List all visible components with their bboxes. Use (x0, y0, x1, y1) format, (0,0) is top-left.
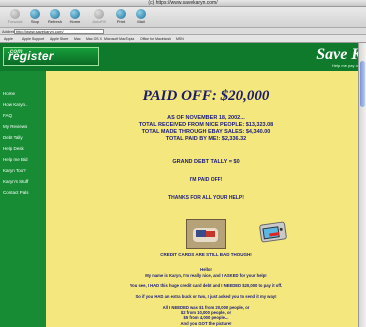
sidebar-item-karyn-too[interactable]: Karyn Too? (3, 168, 45, 174)
web-page: register .com Save K Help me pay off Hom… (0, 43, 366, 327)
site-header: register .com Save K Help me pay off (0, 43, 366, 71)
mail-button[interactable]: Mail (132, 9, 150, 27)
scrollbar-thumb[interactable] (360, 61, 365, 107)
print-button[interactable]: Print (112, 9, 130, 27)
refresh-button[interactable]: Refresh (46, 9, 64, 27)
favorite-apple-store[interactable]: Apple Store (50, 36, 68, 42)
sidebar-item-karyns-stuff[interactable]: Karyn's Stuff (3, 179, 45, 185)
hello-text: Hello! (200, 267, 212, 272)
address-bar: Address http://www.savekaryn.com/ (0, 28, 366, 35)
site-logo[interactable]: register .com (3, 47, 99, 66)
favorite-mac[interactable]: Mac (74, 36, 81, 42)
ask-text: So if you HAD an extra buck or two, I ju… (135, 294, 277, 299)
autofill-button[interactable]: AutoFill (90, 9, 108, 27)
refresh-icon (50, 9, 60, 19)
main-content: PAID OFF: $20,000 AS OF NOVEMBER 18, 200… (46, 71, 366, 327)
thanks-text: THANKS FOR ALL YOUR HELP! (168, 195, 244, 201)
total-ebay: TOTAL MADE THROUGH EBAY SALES: $4,340.00 (141, 129, 271, 135)
stop-icon (30, 9, 40, 19)
vertical-scrollbar[interactable] (358, 43, 366, 327)
stop-button[interactable]: Stop (26, 9, 44, 27)
credit-cards-photo (186, 219, 226, 249)
favorite-msn[interactable]: MSN (176, 36, 184, 42)
mail-icon (136, 9, 146, 19)
favorite-apple[interactable]: Apple (4, 36, 13, 42)
debt-text: You see, I HAD this huge credit card deb… (129, 283, 283, 288)
paid-off-headline: PAID OFF: $20,000 (142, 88, 270, 104)
sidebar-item-faq[interactable]: FAQ (3, 113, 45, 119)
site-brand: Save K (316, 46, 362, 63)
favorite-microsoft-mactopia[interactable]: Microsoft MacTopia (104, 36, 134, 42)
site-sidebar: Home How Karyn.. FAQ My Reviews Debt Tal… (0, 71, 46, 327)
forward-icon (10, 9, 20, 19)
logo-suffix: .com (8, 49, 23, 55)
total-received: TOTAL RECEIVED FROM NICE PEOPLE: $13,323… (138, 122, 274, 128)
math-line-3: $5 from 4,000 people... (183, 315, 229, 320)
forward-button[interactable]: Forward (6, 9, 24, 27)
browser-toolbar: Forward Stop Refresh Home AutoFill Print… (0, 7, 366, 28)
as-of-date: AS OF NOVEMBER 18, 2002... (167, 115, 245, 121)
favorite-office-for-macintosh[interactable]: Office for Macintosh (140, 36, 171, 42)
window-title: (c) https://www.savekaryn.com/ (148, 0, 218, 6)
debt-tally: GRAND DEBT TALLY = $0 (172, 159, 240, 165)
sidebar-item-help-desk[interactable]: Help Desk (3, 146, 45, 152)
sidebar-item-home[interactable]: Home (3, 91, 45, 97)
site-tagline: Help me pay off (332, 63, 360, 68)
home-icon (70, 9, 80, 19)
total-paid: TOTAL PAID BY ME!: $2,336.32 (165, 136, 247, 142)
url-input[interactable]: http://www.savekaryn.com/ (14, 29, 104, 34)
sidebar-item-help-bid[interactable]: Help me Bid (3, 157, 45, 163)
tv-icon (258, 217, 288, 247)
home-button[interactable]: Home (66, 9, 84, 27)
paid-off-text: I'M PAID OFF! (189, 177, 223, 183)
sidebar-item-reviews[interactable]: My Reviews (3, 124, 45, 130)
sidebar-item-debt-tally[interactable]: Debt Tally (3, 135, 45, 141)
favorite-mac-os-x[interactable]: Mac OS X (86, 36, 102, 42)
window-titlebar: (c) https://www.savekaryn.com/ (0, 0, 366, 7)
credit-cards-caption: CREDIT CARDS ARE STILL BAD THOUGH! (160, 252, 252, 257)
sidebar-item-how-karyn[interactable]: How Karyn.. (3, 102, 45, 108)
favorites-bar: Apple Apple Support Apple Store Mac Mac … (0, 35, 366, 43)
autofill-icon (94, 9, 104, 19)
sidebar-item-contact[interactable]: Contact Pals (3, 190, 45, 196)
print-icon (116, 9, 126, 19)
intro-text: My name is Karyn, I'm really nice, and I… (145, 273, 267, 278)
picture-text: And you GOT the picture! (180, 321, 232, 326)
favorite-apple-support[interactable]: Apple Support (22, 36, 44, 42)
